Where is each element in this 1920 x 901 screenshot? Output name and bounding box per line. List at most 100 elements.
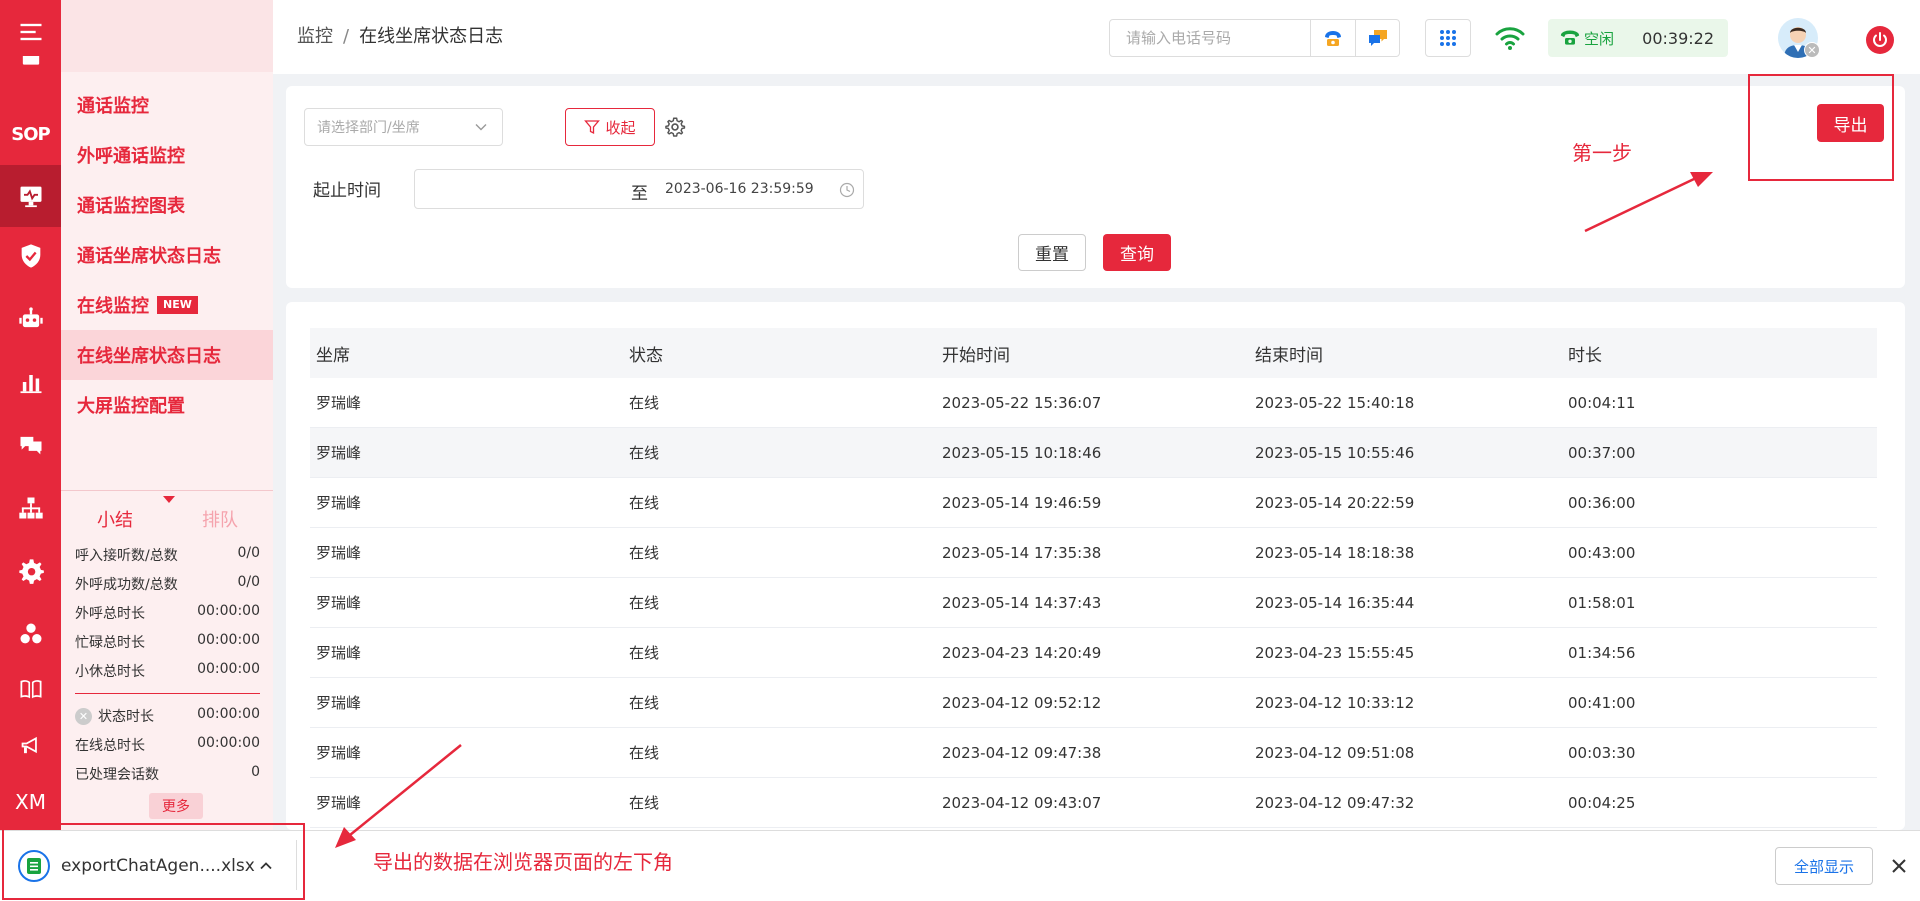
apps-button[interactable]: [1425, 19, 1471, 57]
menu-item-screen-config[interactable]: 大屏监控配置: [61, 380, 273, 430]
cell-start: 2023-04-12 09:47:38: [942, 743, 1102, 762]
stat-row: 已处理会话数 0: [75, 764, 260, 784]
reset-button[interactable]: 重置: [1018, 234, 1086, 271]
column-header-duration: 时长: [1568, 345, 1602, 366]
cell-duration: 00:37:00: [1568, 443, 1636, 462]
agent-status[interactable]: 空闲 00:39:22: [1548, 19, 1728, 57]
stat-row: 外呼总时长 00:00:00: [75, 603, 260, 623]
tab-summary[interactable]: 小结: [97, 506, 133, 532]
cell-agent: 罗瑞峰: [316, 394, 362, 412]
table-row: 罗瑞峰 在线 2023-04-12 09:47:38 2023-04-12 09…: [310, 728, 1877, 778]
cell-agent: 罗瑞峰: [316, 444, 362, 462]
dept-select-placeholder: 请选择部门/坐席: [317, 120, 420, 136]
message-button[interactable]: [1355, 20, 1400, 56]
cell-end: 2023-05-14 20:22:59: [1255, 493, 1415, 512]
new-badge: NEW: [157, 296, 198, 314]
cubes-icon[interactable]: [0, 612, 61, 656]
sub-menu-divider: [61, 490, 273, 491]
menu-item-online-agent-log[interactable]: 在线坐席状态日志: [61, 330, 273, 380]
close-icon[interactable]: [1888, 855, 1910, 877]
cell-duration: 00:36:00: [1568, 493, 1636, 512]
book-icon[interactable]: [0, 667, 61, 711]
table-row: 罗瑞峰 在线 2023-05-15 10:18:46 2023-05-15 10…: [310, 428, 1877, 478]
stat-label: 状态时长: [98, 709, 154, 725]
stat-row: 小休总时长 00:00:00: [75, 661, 260, 681]
cell-status: 在线: [629, 694, 660, 712]
cell-end: 2023-05-14 16:35:44: [1255, 593, 1415, 612]
cell-duration: 01:34:56: [1568, 643, 1636, 662]
breadcrumb: 监控 / 在线坐席状态日志: [297, 22, 503, 48]
org-chart-icon[interactable]: [0, 486, 61, 530]
table-row: 罗瑞峰 在线 2023-05-14 14:37:43 2023-05-14 16…: [310, 578, 1877, 628]
rail-item-sop[interactable]: SOP: [0, 112, 61, 156]
apps-grid-icon: [1440, 30, 1456, 46]
column-header-status: 状态: [629, 345, 663, 366]
caret-down-icon: [163, 496, 175, 503]
status-log-table: 坐席 状态 开始时间 结束时间 时长 罗瑞峰 在线 2023-05-22 15:…: [310, 328, 1877, 828]
annotation-box-export: [1748, 74, 1894, 181]
menu-toggle-icon[interactable]: [0, 10, 61, 54]
cell-start: 2023-05-14 19:46:59: [942, 493, 1102, 512]
menu-item-call-agent-log[interactable]: 通话坐席状态日志: [61, 230, 273, 280]
more-button[interactable]: 更多: [149, 793, 203, 819]
stat-row: ✕ 状态时长 00:00:00: [75, 706, 260, 726]
cell-start: 2023-05-14 14:37:43: [942, 593, 1102, 612]
status-label: 空闲: [1584, 29, 1615, 48]
cell-status: 在线: [629, 494, 660, 512]
cell-duration: 00:41:00: [1568, 693, 1636, 712]
robot-icon[interactable]: [0, 297, 61, 341]
stat-value: 0/0: [237, 574, 260, 590]
cell-start: 2023-04-23 14:20:49: [942, 643, 1102, 662]
menu-item-label: 通话坐席状态日志: [77, 246, 221, 267]
cell-agent: 罗瑞峰: [316, 794, 362, 812]
collapse-filter-button[interactable]: 收起: [565, 108, 655, 146]
tab-queue[interactable]: 排队: [202, 506, 238, 532]
stat-value: 00:00:00: [197, 632, 260, 648]
cell-start: 2023-04-12 09:43:07: [942, 793, 1102, 812]
menu-item-call-monitor[interactable]: 通话监控: [61, 80, 273, 130]
column-settings-icon[interactable]: [664, 116, 686, 138]
menu-item-outbound-monitor[interactable]: 外呼通话监控: [61, 130, 273, 180]
chat-icon[interactable]: [0, 423, 61, 467]
table-row: 罗瑞峰 在线 2023-05-22 15:36:07 2023-05-22 15…: [310, 378, 1877, 428]
megaphone-icon[interactable]: [0, 723, 61, 767]
bar-chart-icon[interactable]: [0, 360, 61, 404]
menu-item-label: 在线监控: [77, 296, 149, 317]
menu-item-online-monitor[interactable]: 在线监控 NEW: [61, 280, 273, 330]
date-range-picker[interactable]: 至 2023-06-16 23:59:59: [414, 169, 864, 209]
cell-agent: 罗瑞峰: [316, 644, 362, 662]
menu-item-label: 通话监控图表: [77, 196, 185, 217]
sub-menu-header: [61, 0, 273, 72]
offline-badge-icon: ✕: [1804, 42, 1820, 58]
chevron-down-icon: [475, 124, 487, 131]
date-range-end[interactable]: 2023-06-16 23:59:59: [665, 181, 814, 197]
gear-icon[interactable]: [0, 549, 61, 593]
menu-item-monitor-chart[interactable]: 通话监控图表: [61, 180, 273, 230]
stat-label: 已处理会话数: [75, 767, 159, 783]
breadcrumb-parent[interactable]: 监控: [297, 26, 333, 47]
stat-divider: [75, 693, 260, 694]
dept-agent-select[interactable]: 请选择部门/坐席: [304, 108, 503, 146]
power-button[interactable]: [1866, 26, 1894, 54]
query-button[interactable]: 查询: [1103, 234, 1171, 271]
cell-status: 在线: [629, 444, 660, 462]
stat-value: 00:00:00: [197, 706, 260, 722]
stat-label: 外呼总时长: [75, 606, 145, 622]
monitor-icon[interactable]: [0, 165, 61, 227]
mail-icon[interactable]: [0, 56, 61, 78]
close-circle-icon: ✕: [75, 707, 92, 725]
stat-value: 00:00:00: [197, 603, 260, 619]
call-button[interactable]: [1310, 20, 1355, 56]
table-row: 罗瑞峰 在线 2023-05-14 17:35:38 2023-05-14 18…: [310, 528, 1877, 578]
rail-item-xm[interactable]: XM: [0, 780, 61, 824]
column-header-agent: 坐席: [316, 345, 350, 366]
cell-start: 2023-05-22 15:36:07: [942, 393, 1102, 412]
stat-label: 小休总时长: [75, 664, 145, 680]
show-all-downloads-button[interactable]: 全部显示: [1775, 847, 1873, 885]
phone-input[interactable]: [1110, 20, 1310, 56]
cell-end: 2023-05-14 18:18:38: [1255, 543, 1415, 562]
shield-icon[interactable]: [0, 234, 61, 278]
stat-label: 在线总时长: [75, 738, 145, 754]
table-header: 坐席 状态 开始时间 结束时间 时长: [310, 328, 1877, 378]
cell-status: 在线: [629, 644, 660, 662]
